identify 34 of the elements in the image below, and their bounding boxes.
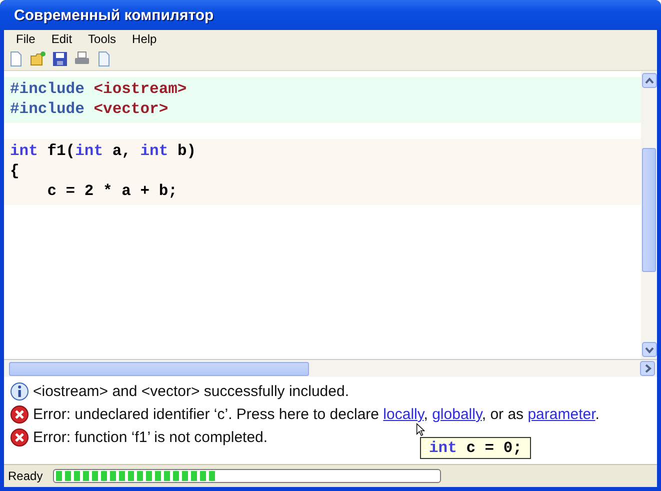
declare-link[interactable]: globally: [432, 406, 482, 423]
save-icon[interactable]: [52, 51, 68, 67]
document-icon[interactable]: [96, 51, 112, 67]
mouse-pointer-icon: [416, 423, 425, 437]
menu-item[interactable]: Help: [124, 32, 165, 46]
new-file-icon[interactable]: [8, 51, 24, 67]
info-icon: [10, 382, 29, 401]
window-title: Современный компилятор: [14, 6, 214, 24]
vertical-scrollbar[interactable]: [641, 71, 657, 359]
menu-item[interactable]: File: [8, 32, 44, 46]
menu-item[interactable]: Edit: [43, 32, 80, 46]
scroll-thumb[interactable]: [9, 362, 309, 376]
error-icon: [10, 405, 29, 424]
message-text: Error: undeclared identifier ‘c’. Press here to declare locally, globally, or as parameter.: [33, 406, 600, 423]
horizontal-scrollbar[interactable]: [4, 360, 657, 377]
folder-icon[interactable]: [30, 51, 46, 67]
declare-link[interactable]: locally: [383, 406, 424, 423]
scroll-down-button[interactable]: [642, 342, 656, 357]
scroll-thumb[interactable]: [642, 148, 656, 272]
message-text: Error: function ‘f1’ is not completed.: [33, 429, 268, 446]
scroll-up-button[interactable]: [642, 73, 656, 88]
code-line: #include <iostream>: [10, 79, 188, 99]
scroll-right-button[interactable]: [640, 361, 655, 376]
menu-item[interactable]: Tools: [80, 32, 124, 46]
printer-icon[interactable]: [74, 51, 90, 67]
error-icon: [10, 428, 29, 447]
code-line: {: [10, 161, 20, 181]
tooltip: int c = 0;: [420, 437, 532, 459]
status-text: Ready: [8, 469, 43, 483]
declare-link[interactable]: parameter: [528, 406, 596, 423]
code-line: #include <vector>: [10, 99, 170, 119]
code-line: c = 2 * a + b;: [46, 181, 178, 201]
message-text: <iostream> and <vector> successfully included.: [33, 383, 350, 400]
code-line: int f1(int a, int b): [10, 141, 198, 161]
